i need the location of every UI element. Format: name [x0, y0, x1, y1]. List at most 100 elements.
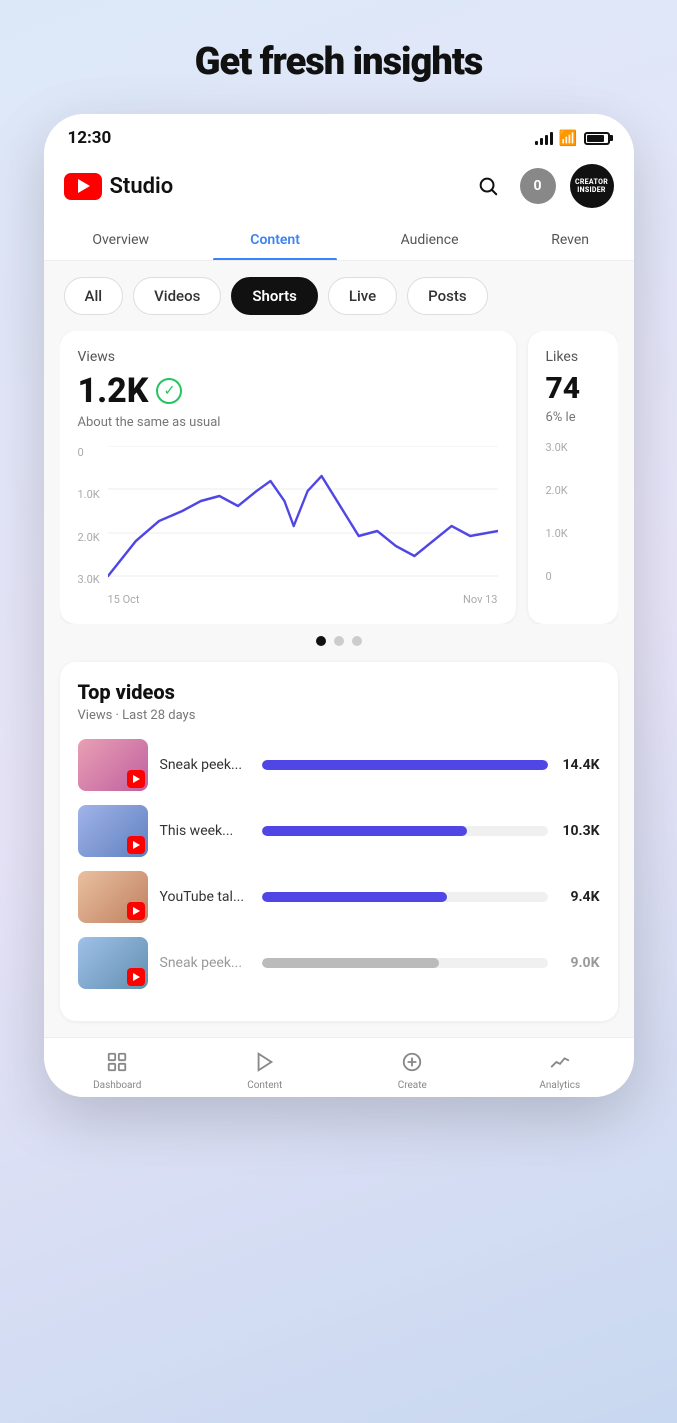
chip-videos[interactable]: Videos: [133, 277, 221, 315]
video-title-3: YouTube tal...: [160, 889, 250, 905]
chart-area: [108, 446, 498, 586]
shorts-icon-3: [127, 902, 145, 920]
filter-row: All Videos Shorts Live Posts: [44, 261, 634, 331]
chip-live[interactable]: Live: [328, 277, 397, 315]
chip-all[interactable]: All: [64, 277, 124, 315]
create-icon: [398, 1048, 426, 1076]
chart-y-labels: 3.0K 2.0K 1.0K 0: [78, 446, 100, 586]
nav-create[interactable]: Create: [339, 1048, 487, 1091]
youtube-studio-logo: Studio: [64, 173, 174, 200]
video-thumbnail-3: [78, 871, 148, 923]
youtube-logo-icon: [64, 173, 102, 200]
video-title-4: Sneak peek...: [160, 955, 250, 971]
nav-analytics-label: Analytics: [539, 1080, 580, 1091]
video-thumbnail-2: [78, 805, 148, 857]
status-bar: 12:30 📶: [44, 114, 634, 156]
video-bar-fill-3: [262, 892, 448, 902]
notification-count: 0: [533, 178, 541, 194]
nav-create-label: Create: [398, 1080, 427, 1091]
y-label-0: 0: [78, 446, 100, 459]
video-count-1: 14.4K: [560, 757, 600, 773]
tab-revenue[interactable]: Reven: [507, 220, 634, 260]
chip-posts[interactable]: Posts: [407, 277, 487, 315]
cards-row: Views 1.2K ✓ About the same as usual 3.0…: [60, 331, 618, 624]
dot-3[interactable]: [352, 636, 362, 646]
status-time: 12:30: [68, 128, 112, 148]
video-row[interactable]: Sneak peek... 9.0K: [78, 937, 600, 989]
y-label-3k: 3.0K: [78, 573, 100, 586]
x-label-start: 15 Oct: [108, 593, 140, 606]
video-thumbnail-1: [78, 739, 148, 791]
video-thumbnail-4: [78, 937, 148, 989]
dot-1[interactable]: [316, 636, 326, 646]
carousel-dots: [60, 624, 618, 654]
video-bar-fill-4: [262, 958, 439, 968]
likes-value: 74: [546, 371, 600, 406]
battery-icon: [584, 132, 610, 145]
creator-insider-badge[interactable]: CREATORINSIDER: [570, 164, 614, 208]
shorts-icon-4: [127, 968, 145, 986]
chip-shorts[interactable]: Shorts: [231, 277, 318, 315]
search-icon: [477, 175, 499, 197]
nav-content-label: Content: [247, 1080, 282, 1091]
creator-badge-label: CREATORINSIDER: [575, 178, 608, 195]
content-icon: [251, 1048, 279, 1076]
search-button[interactable]: [470, 168, 506, 204]
bottom-nav: Dashboard Content Create: [44, 1037, 634, 1097]
top-videos-title: Top videos: [78, 680, 600, 704]
views-subtitle: About the same as usual: [78, 415, 498, 430]
notification-badge[interactable]: 0: [520, 168, 556, 204]
header-actions: 0 CREATORINSIDER: [470, 164, 614, 208]
tab-content[interactable]: Content: [198, 220, 352, 260]
studio-label: Studio: [110, 174, 174, 199]
views-value: 1.2K: [78, 371, 149, 411]
y-label-2k: 2.0K: [78, 531, 100, 544]
likes-y-0: 0: [546, 570, 600, 583]
page-title: Get fresh insights: [175, 40, 503, 84]
video-count-3: 9.4K: [560, 889, 600, 905]
video-bar-fill-2: [262, 826, 468, 836]
main-content: Views 1.2K ✓ About the same as usual 3.0…: [44, 331, 634, 1037]
app-header: Studio 0 CREATORINSIDER: [44, 156, 634, 220]
shorts-icon-1: [127, 770, 145, 788]
likes-label: Likes: [546, 349, 600, 365]
video-bar-3: [262, 892, 548, 902]
likes-y-1k: 1.0K: [546, 527, 600, 540]
likes-card: Likes 74 6% le 3.0K 2.0K 1.0K 0: [528, 331, 618, 624]
nav-dashboard-label: Dashboard: [93, 1080, 141, 1091]
status-icons: 📶: [535, 129, 610, 147]
signal-icon: [535, 131, 553, 145]
dot-2[interactable]: [334, 636, 344, 646]
video-title-1: Sneak peek...: [160, 757, 250, 773]
video-bar-fill-1: [262, 760, 548, 770]
likes-y-2k: 2.0K: [546, 484, 600, 497]
tab-overview[interactable]: Overview: [44, 220, 198, 260]
video-row[interactable]: This week... 10.3K: [78, 805, 600, 857]
likes-subtitle: 6% le: [546, 410, 600, 425]
video-bar-1: [262, 760, 548, 770]
top-videos-card: Top videos Views · Last 28 days Sneak pe…: [60, 662, 618, 1021]
analytics-icon: [546, 1048, 574, 1076]
dashboard-icon: [103, 1048, 131, 1076]
nav-analytics[interactable]: Analytics: [486, 1048, 634, 1091]
likes-y-3k: 3.0K: [546, 441, 600, 454]
tab-audience[interactable]: Audience: [352, 220, 506, 260]
views-label: Views: [78, 349, 498, 365]
phone-frame: 12:30 📶 Studio 0: [44, 114, 634, 1097]
views-card: Views 1.2K ✓ About the same as usual 3.0…: [60, 331, 516, 624]
top-videos-subtitle: Views · Last 28 days: [78, 708, 600, 723]
views-value-row: 1.2K ✓: [78, 371, 498, 411]
views-chart: 3.0K 2.0K 1.0K 0: [78, 446, 498, 606]
nav-content[interactable]: Content: [191, 1048, 339, 1091]
x-label-end: Nov 13: [463, 593, 497, 606]
video-count-4: 9.0K: [560, 955, 600, 971]
video-bar-4: [262, 958, 548, 968]
wifi-icon: 📶: [559, 129, 578, 147]
video-count-2: 10.3K: [560, 823, 600, 839]
y-label-1k: 1.0K: [78, 488, 100, 501]
video-row[interactable]: YouTube tal... 9.4K: [78, 871, 600, 923]
nav-dashboard[interactable]: Dashboard: [44, 1048, 192, 1091]
video-title-2: This week...: [160, 823, 250, 839]
shorts-icon-2: [127, 836, 145, 854]
video-row[interactable]: Sneak peek... 14.4K: [78, 739, 600, 791]
